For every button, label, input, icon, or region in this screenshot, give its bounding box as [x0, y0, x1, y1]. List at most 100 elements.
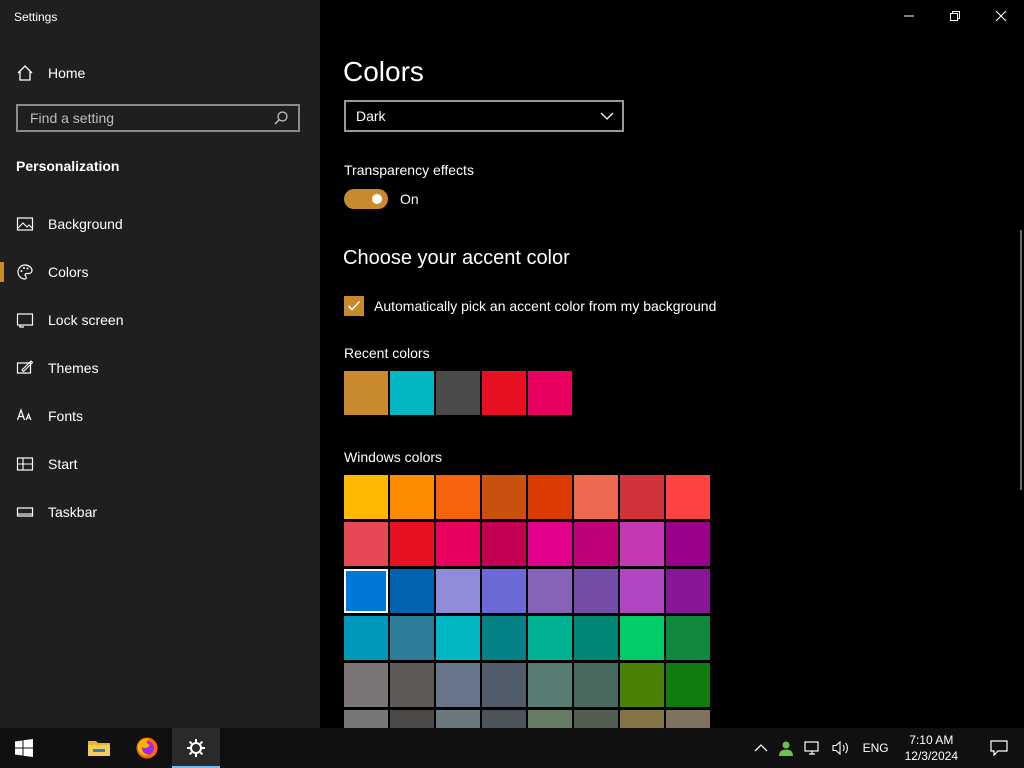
folder-icon [88, 741, 110, 756]
sidebar-item-colors[interactable]: Colors [0, 248, 320, 296]
color-swatch[interactable] [574, 616, 618, 660]
color-swatch[interactable] [482, 569, 526, 613]
color-swatch[interactable] [436, 371, 480, 415]
home-label: Home [48, 65, 86, 81]
auto-pick-checkbox[interactable] [344, 296, 364, 316]
color-swatch[interactable] [528, 616, 572, 660]
user-status-button[interactable] [773, 728, 799, 768]
search-box[interactable] [16, 104, 300, 132]
color-swatch[interactable] [482, 475, 526, 519]
windows-logo-icon [15, 739, 33, 757]
home-nav-item[interactable]: Home [16, 62, 85, 84]
color-swatch[interactable] [436, 475, 480, 519]
close-button[interactable] [978, 0, 1024, 32]
color-swatch[interactable] [620, 663, 664, 707]
color-swatch[interactable] [620, 475, 664, 519]
app-title: Settings [14, 10, 58, 24]
search-icon[interactable] [272, 109, 290, 127]
color-mode-dropdown[interactable]: Dark [344, 100, 624, 132]
themes-icon [16, 359, 34, 377]
color-swatch[interactable] [436, 569, 480, 613]
color-swatch[interactable] [390, 371, 434, 415]
home-icon [16, 64, 34, 82]
firefox-button[interactable] [123, 728, 171, 768]
color-swatch[interactable] [344, 371, 388, 415]
minimize-button[interactable] [886, 0, 932, 32]
restore-icon [950, 11, 960, 21]
color-swatch-selected[interactable] [344, 569, 388, 613]
color-swatch[interactable] [620, 616, 664, 660]
restore-button[interactable] [932, 0, 978, 32]
color-swatch[interactable] [482, 616, 526, 660]
start-button[interactable] [0, 728, 48, 768]
color-swatch[interactable] [390, 663, 434, 707]
color-swatch[interactable] [666, 522, 710, 566]
sidebar-item-label: Lock screen [48, 312, 124, 328]
color-swatch[interactable] [436, 616, 480, 660]
taskbar-icon [16, 503, 34, 521]
color-swatch[interactable] [436, 522, 480, 566]
sidebar-item-background[interactable]: Background [0, 200, 320, 248]
color-swatch[interactable] [620, 569, 664, 613]
color-swatch[interactable] [666, 616, 710, 660]
color-swatch[interactable] [344, 616, 388, 660]
sidebar-item-taskbar[interactable]: Taskbar [0, 488, 320, 536]
color-swatch[interactable] [390, 616, 434, 660]
color-swatch[interactable] [528, 522, 572, 566]
color-swatch[interactable] [666, 663, 710, 707]
color-swatch[interactable] [666, 569, 710, 613]
minimize-icon [904, 15, 914, 17]
scrollbar[interactable] [1020, 230, 1022, 490]
settings-taskbar-button[interactable] [172, 728, 220, 768]
color-swatch[interactable] [344, 522, 388, 566]
search-input[interactable] [28, 109, 272, 127]
sidebar-item-label: Taskbar [48, 504, 98, 520]
transparency-toggle-group: On [344, 189, 419, 209]
file-explorer-button[interactable] [75, 728, 123, 768]
sidebar-item-label: Fonts [48, 408, 84, 424]
color-swatch[interactable] [390, 475, 434, 519]
network-button[interactable] [799, 728, 827, 768]
sidebar-nav: Background Colors Lock screen Themes Fon… [0, 200, 320, 536]
color-swatch[interactable] [528, 371, 572, 415]
accent-heading: Choose your accent color [343, 247, 570, 269]
show-hidden-icons-button[interactable] [749, 728, 773, 768]
notifications-button[interactable] [974, 728, 1024, 768]
sidebar-item-themes[interactable]: Themes [0, 344, 320, 392]
start-icon [16, 455, 34, 473]
color-swatch[interactable] [574, 569, 618, 613]
color-swatch[interactable] [390, 522, 434, 566]
color-swatch[interactable] [620, 522, 664, 566]
page-title: Colors [343, 56, 424, 87]
checkmark-icon [347, 300, 361, 311]
volume-button[interactable] [827, 728, 855, 768]
color-swatch[interactable] [436, 663, 480, 707]
volume-icon [832, 740, 848, 756]
sidebar-item-start[interactable]: Start [0, 440, 320, 488]
close-icon [995, 10, 1007, 22]
auto-pick-label: Automatically pick an accent color from … [374, 298, 717, 314]
sidebar-item-fonts[interactable]: Fonts [0, 392, 320, 440]
color-swatch[interactable] [482, 371, 526, 415]
language-indicator[interactable]: ENG [855, 728, 897, 768]
auto-pick-option[interactable]: Automatically pick an accent color from … [344, 296, 716, 316]
color-swatch[interactable] [574, 475, 618, 519]
transparency-toggle[interactable] [344, 189, 388, 209]
clock[interactable]: 7:10 AM 12/3/2024 [897, 732, 966, 764]
system-tray: ENG 7:10 AM 12/3/2024 [749, 728, 1024, 768]
color-swatch[interactable] [528, 475, 572, 519]
sidebar-item-lock-screen[interactable]: Lock screen [0, 296, 320, 344]
color-swatch[interactable] [344, 475, 388, 519]
gear-icon [187, 739, 205, 757]
color-swatch[interactable] [390, 569, 434, 613]
color-swatch[interactable] [482, 663, 526, 707]
color-swatch[interactable] [574, 663, 618, 707]
user-icon [778, 741, 793, 756]
color-swatch[interactable] [574, 522, 618, 566]
color-swatch[interactable] [528, 663, 572, 707]
color-swatch[interactable] [666, 475, 710, 519]
color-swatch[interactable] [482, 522, 526, 566]
color-swatch[interactable] [344, 663, 388, 707]
color-swatch[interactable] [528, 569, 572, 613]
picture-icon [16, 215, 34, 233]
